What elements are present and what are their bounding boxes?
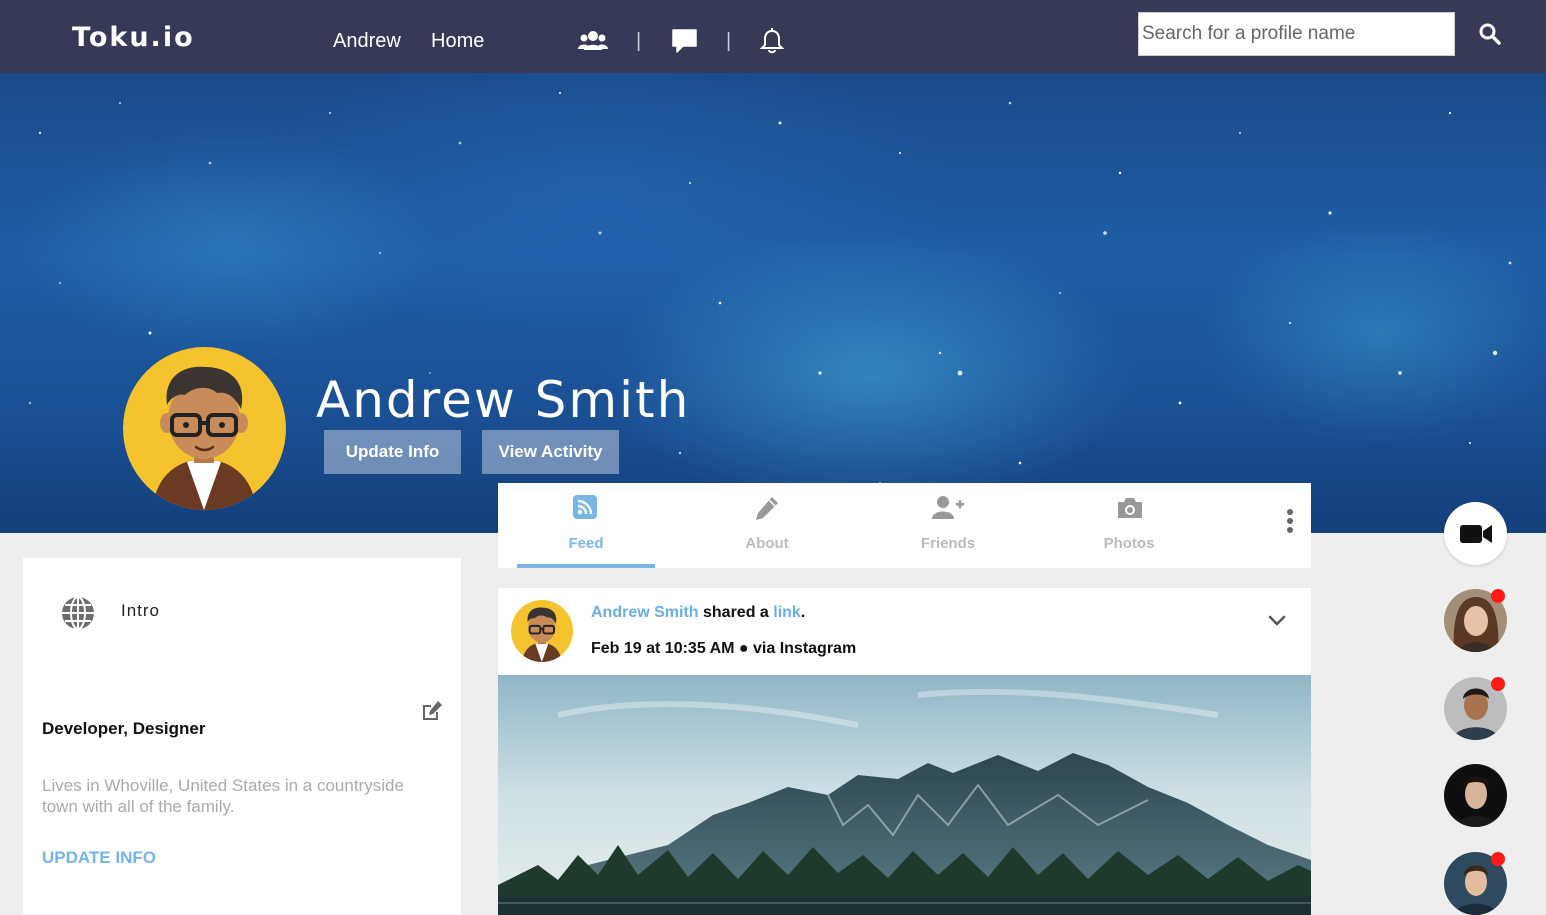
messages-icon[interactable]: [671, 27, 703, 53]
profile-tabs: Feed About Friends Photos: [498, 483, 1311, 568]
update-info-button[interactable]: Update Info: [324, 430, 461, 474]
view-activity-button[interactable]: View Activity: [482, 430, 619, 474]
globe-icon: [60, 595, 96, 631]
tab-label: Photos: [1103, 535, 1155, 552]
contact-avatar: [1444, 764, 1507, 827]
post-link[interactable]: link: [773, 604, 801, 621]
post-meta: Feb 19 at 10:35 AM ● via Instagram: [591, 640, 857, 657]
chat-contact[interactable]: [1444, 764, 1507, 827]
tab-about[interactable]: About: [698, 483, 836, 568]
post-period: .: [800, 604, 806, 621]
nav-separator: |: [636, 30, 642, 52]
intro-title: Intro: [121, 601, 161, 620]
chat-contact[interactable]: [1444, 852, 1507, 915]
tab-photos[interactable]: Photos: [1060, 483, 1198, 568]
add-user-icon: [932, 496, 964, 519]
search-input[interactable]: [1138, 12, 1455, 56]
intro-bio: Lives in Whoville, United States in a co…: [42, 776, 404, 816]
rss-icon: [573, 495, 597, 519]
bell-icon[interactable]: [759, 28, 792, 54]
post-action: shared a: [698, 604, 774, 621]
cover-photo: Andrew Smith Update Info View Activity: [0, 73, 1546, 533]
video-camera-icon: [1460, 525, 1492, 543]
post-image[interactable]: [498, 675, 1311, 915]
tab-label: Feed: [568, 535, 604, 552]
online-indicator: [1491, 852, 1505, 866]
intro-occupation: Developer, Designer: [42, 719, 206, 738]
active-tab-indicator: [517, 564, 655, 568]
tab-friends[interactable]: Friends: [879, 483, 1017, 568]
nav-link-profile[interactable]: Andrew: [333, 30, 401, 53]
logo[interactable]: Toku.io: [72, 22, 195, 53]
nav-link-home[interactable]: Home: [431, 30, 484, 53]
chat-contact[interactable]: [1444, 589, 1507, 652]
post-headline: Andrew Smith shared a link.: [591, 604, 805, 622]
feed-post: Andrew Smith shared a link. Feb 19 at 10…: [498, 588, 1311, 915]
post-author-avatar[interactable]: [511, 600, 573, 662]
profile-name: Andrew Smith: [316, 371, 691, 429]
search-icon[interactable]: [1478, 22, 1502, 46]
tab-label: About: [745, 535, 789, 552]
profile-avatar[interactable]: [123, 347, 286, 510]
more-options-icon[interactable]: [1280, 507, 1300, 537]
pencil-icon: [756, 497, 778, 520]
intro-card: Intro Developer, Designer Lives in Whovi…: [23, 558, 461, 915]
friends-icon[interactable]: [577, 28, 609, 54]
nav-separator: |: [726, 30, 732, 52]
chat-contact[interactable]: [1444, 677, 1507, 740]
online-indicator: [1491, 589, 1505, 603]
tab-feed[interactable]: Feed: [517, 483, 655, 568]
tab-label: Friends: [920, 535, 976, 552]
top-navbar: Toku.io Andrew Home | |: [0, 0, 1546, 73]
edit-icon[interactable]: [421, 700, 443, 722]
camera-icon: [1118, 498, 1142, 518]
update-info-link[interactable]: UPDATE INFO: [42, 848, 156, 868]
post-author-link[interactable]: Andrew Smith: [591, 604, 699, 621]
video-call-button[interactable]: [1444, 502, 1507, 565]
online-indicator: [1491, 677, 1505, 691]
chevron-down-icon[interactable]: [1266, 612, 1288, 630]
